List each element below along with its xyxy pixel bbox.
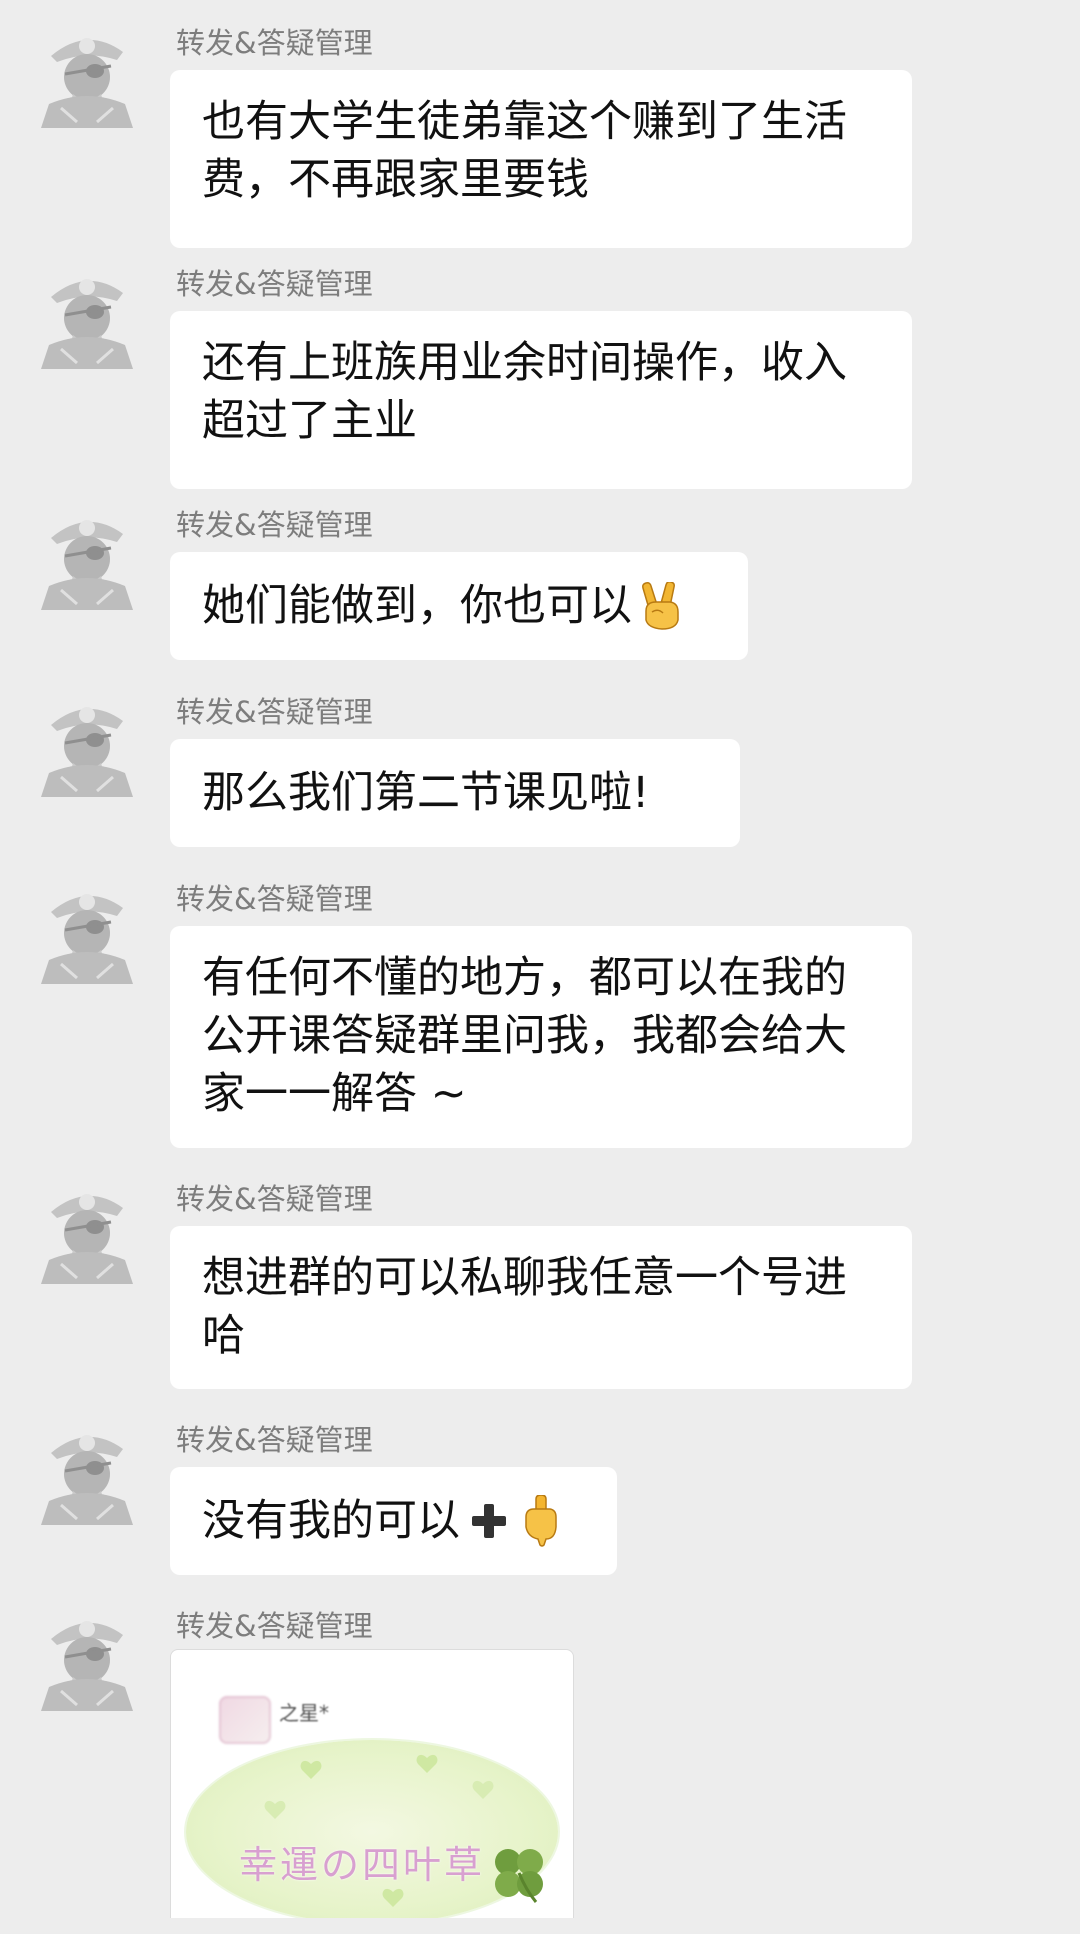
blurred-name: 之星*	[279, 1701, 329, 1725]
heart-icon	[472, 1780, 494, 1799]
bottom-edge	[0, 1918, 1080, 1934]
message-bubble[interactable]: 还有上班族用业余时间操作，收入 超过了主业	[170, 311, 912, 489]
heart-icon	[382, 1888, 404, 1907]
sender-name: 转发&答疑管理	[176, 508, 373, 542]
sender-name: 转发&答疑管理	[176, 267, 373, 301]
sender-name: 转发&答疑管理	[176, 1423, 373, 1457]
heart-icon	[300, 1760, 322, 1779]
message-text: 没有我的可以	[202, 1496, 460, 1546]
victory-hand-emoji-icon	[642, 582, 679, 630]
sender-name: 转发&答疑管理	[176, 1609, 373, 1643]
pirate-avatar-icon[interactable]	[37, 263, 137, 371]
chat-area[interactable]: 转发&答疑管理 也有大学生徒弟靠这个赚到了生活 费，不再跟家里要钱 转发&答疑管…	[0, 0, 1080, 1934]
pirate-avatar-icon[interactable]	[37, 504, 137, 612]
sender-name: 转发&答疑管理	[176, 1182, 373, 1216]
message-bubble[interactable]: 想进群的可以私聊我任意一个号进 哈	[170, 1226, 912, 1389]
heart-icon	[416, 1754, 438, 1773]
heart-icon	[264, 1800, 286, 1819]
pointing-down-emoji-icon	[525, 1495, 557, 1547]
pirate-avatar-icon[interactable]	[37, 691, 137, 799]
pirate-avatar-icon[interactable]	[37, 878, 137, 986]
pirate-avatar-icon[interactable]	[37, 1605, 137, 1713]
message-bubble[interactable]: 没有我的可以	[170, 1467, 617, 1575]
blurred-avatar	[219, 1696, 271, 1744]
image-caption: 幸運の四叶草	[239, 1843, 486, 1887]
sender-name: 转发&答疑管理	[176, 882, 373, 916]
message-bubble[interactable]: 那么我们第二节课见啦!	[170, 739, 740, 847]
image-message[interactable]: 之星* 幸運の四叶草	[170, 1649, 574, 1934]
plus-icon	[472, 1504, 506, 1538]
pirate-avatar-icon[interactable]	[37, 22, 137, 130]
pirate-avatar-icon[interactable]	[37, 1419, 137, 1527]
message-bubble[interactable]: 也有大学生徒弟靠这个赚到了生活 费，不再跟家里要钱	[170, 70, 912, 248]
message-bubble[interactable]: 她们能做到，你也可以	[170, 552, 748, 660]
message-bubble[interactable]: 有任何不懂的地方，都可以在我的 公开课答疑群里问我，我都会给大 家一一解答 ~	[170, 926, 912, 1148]
sender-name: 转发&答疑管理	[176, 26, 373, 60]
image-content: 之星* 幸運の四叶草	[171, 1650, 573, 1934]
message-text: 她们能做到，你也可以	[202, 581, 632, 631]
four-leaf-clover-icon	[495, 1849, 543, 1903]
sender-name: 转发&答疑管理	[176, 695, 373, 729]
pirate-avatar-icon[interactable]	[37, 1178, 137, 1286]
